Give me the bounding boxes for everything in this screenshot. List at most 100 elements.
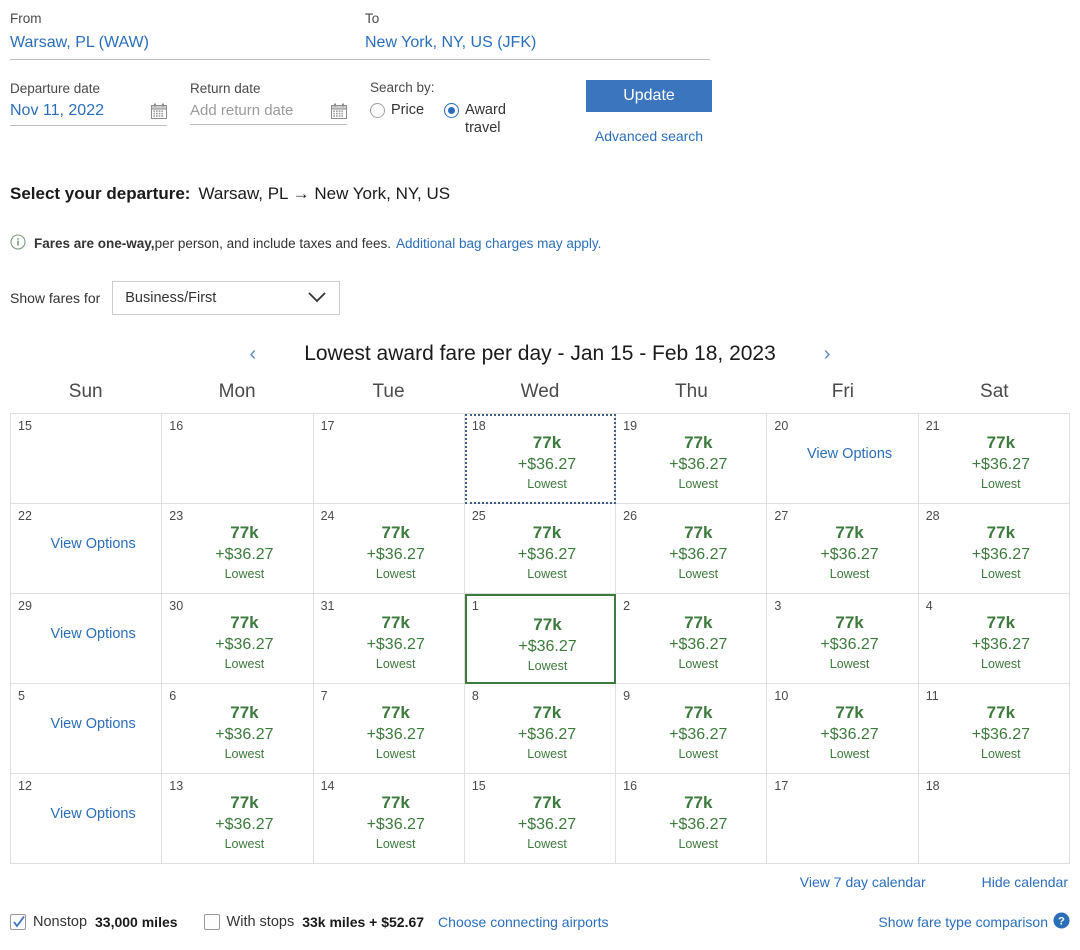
calendar-cell[interactable]: 27 77k +$36.27 Lowest	[767, 504, 919, 594]
fare-lowest-badge: Lowest	[224, 837, 265, 851]
choose-connecting-airports-link[interactable]: Choose connecting airports	[438, 914, 608, 930]
update-button[interactable]: Update	[586, 80, 712, 112]
calendar-cell[interactable]: 26 77k +$36.27 Lowest	[616, 504, 768, 594]
weekday-tue: Tue	[372, 381, 405, 402]
return-date-placeholder: Add return date	[190, 102, 294, 119]
fare-miles: 77k	[532, 433, 562, 452]
advanced-search-link[interactable]: Advanced search	[586, 128, 712, 144]
calendar-cell[interactable]: 16 77k +$36.27 Lowest	[616, 774, 768, 864]
with-stops-label: With stops	[226, 914, 295, 930]
fare-class-select[interactable]: Business/First	[112, 281, 341, 315]
calendar-cell[interactable]: 29 View Options	[11, 594, 163, 684]
fare-class-selected-value: Business/First	[125, 290, 217, 306]
calendar-cell-empty: 17	[767, 774, 919, 864]
calendar-day-number: 18	[471, 419, 486, 433]
fare-miles: 77k	[986, 613, 1016, 632]
departure-date-input[interactable]: Nov 11, 2022	[10, 102, 167, 126]
dates-and-options-row: Departure date Nov 11, 2022 Return date …	[10, 80, 1070, 144]
view-options-link[interactable]: View Options	[767, 446, 917, 462]
calendar-cell-empty: 18	[918, 774, 1070, 864]
to-value: New York, NY, US (JFK)	[365, 34, 537, 51]
calendar-cell[interactable]: 24 77k +$36.27 Lowest	[313, 504, 465, 594]
from-input[interactable]: Warsaw, PL (WAW)	[10, 32, 365, 60]
calendar-day-number: 13	[169, 779, 184, 793]
next-week-arrow-icon[interactable]: ›	[818, 344, 837, 364]
with-stops-checkbox[interactable]	[203, 914, 220, 930]
fare-lowest-badge: Lowest	[981, 477, 1021, 491]
fare-summary: 77k +$36.27 Lowest	[467, 614, 614, 675]
calendar-cell[interactable]: 30 77k +$36.27 Lowest	[162, 594, 314, 684]
departure-date-value: Nov 11, 2022	[10, 102, 104, 119]
calendar-cell[interactable]: 21 77k +$36.27 Lowest	[918, 414, 1070, 504]
radio-award-circle[interactable]	[444, 103, 460, 118]
fare-price: +$36.27	[366, 726, 425, 743]
calendar-cell[interactable]: 9 77k +$36.27 Lowest	[616, 684, 768, 774]
view-options-link[interactable]: View Options	[11, 716, 161, 732]
calendar-day-number: 7	[320, 689, 328, 703]
calendar-cell[interactable]: 19 77k +$36.27 Lowest	[616, 414, 768, 504]
calendar-day-number: 17	[774, 779, 789, 793]
view-7-day-calendar-link[interactable]: View 7 day calendar	[800, 874, 926, 890]
show-fare-type-comparison-link[interactable]: Show fare type comparison	[878, 914, 1048, 930]
view-options-link[interactable]: View Options	[11, 536, 161, 552]
fare-summary: 77k +$36.27 Lowest	[616, 432, 766, 493]
chevron-down-icon	[307, 290, 327, 306]
fare-price: +$36.27	[517, 816, 577, 833]
from-label: From	[10, 11, 42, 26]
additional-bag-charges-link[interactable]: Additional bag charges may apply.	[396, 236, 601, 251]
fare-summary: 77k +$36.27 Lowest	[767, 612, 917, 673]
calendar-cell[interactable]: 7 77k +$36.27 Lowest	[313, 684, 465, 774]
weekday-thu: Thu	[675, 381, 708, 402]
calendar-icon[interactable]	[331, 103, 347, 119]
calendar-cell[interactable]: 4 77k +$36.27 Lowest	[918, 594, 1070, 684]
calendar-cell-empty: 17	[313, 414, 465, 504]
calendar-icon[interactable]	[151, 103, 167, 119]
fare-price: +$36.27	[517, 726, 577, 743]
help-icon[interactable]: ?	[1048, 912, 1070, 932]
previous-week-arrow-icon[interactable]: ‹	[244, 344, 263, 364]
calendar-cell[interactable]: 20 View Options	[767, 414, 919, 504]
fare-miles: 77k	[684, 523, 713, 542]
radio-option-award-travel[interactable]: Award travel	[444, 101, 527, 137]
fare-summary: 77k +$36.27 Lowest	[919, 432, 1069, 493]
calendar-cell[interactable]: 8 77k +$36.27 Lowest	[464, 684, 617, 774]
radio-option-price[interactable]: Price	[370, 101, 424, 137]
calendar-cell[interactable]: 22 View Options	[11, 504, 163, 594]
weekday-sat: Sat	[980, 381, 1009, 402]
calendar-cell[interactable]: 1 77k +$36.27 Lowest	[464, 594, 617, 684]
origin-destination-row: From Warsaw, PL (WAW) To New York, NY, U…	[10, 10, 1070, 60]
nonstop-checkbox[interactable]	[10, 914, 26, 930]
calendar-cell[interactable]: 23 77k +$36.27 Lowest	[162, 504, 314, 594]
fare-miles: 77k	[986, 523, 1016, 542]
calendar-cell[interactable]: 14 77k +$36.27 Lowest	[313, 774, 465, 864]
calendar-cell[interactable]: 28 77k +$36.27 Lowest	[918, 504, 1070, 594]
calendar-cell[interactable]: 3 77k +$36.27 Lowest	[767, 594, 919, 684]
calendar-cell[interactable]: 10 77k +$36.27 Lowest	[767, 684, 919, 774]
fare-summary: 77k +$36.27 Lowest	[919, 612, 1069, 673]
calendar-day-number: 21	[925, 419, 940, 433]
radio-price-circle[interactable]	[370, 103, 385, 118]
to-input[interactable]: New York, NY, US (JFK)	[365, 32, 710, 60]
search-panel: From Warsaw, PL (WAW) To New York, NY, U…	[10, 0, 1070, 144]
calendar-links: View 7 day calendar Hide calendar	[10, 874, 1070, 890]
fare-miles: 77k	[381, 703, 410, 722]
calendar-cell[interactable]: 18 77k +$36.27 Lowest	[464, 414, 617, 504]
calendar-day-number: 5	[18, 689, 25, 703]
calendar-cell[interactable]: 2 77k +$36.27 Lowest	[616, 594, 768, 684]
calendar-day-number: 28	[925, 509, 940, 523]
calendar-day-number: 19	[623, 419, 638, 433]
calendar-cell[interactable]: 6 77k +$36.27 Lowest	[162, 684, 314, 774]
route-text: Warsaw, PL → New York, NY, US	[198, 184, 451, 203]
calendar-cell[interactable]: 11 77k +$36.27 Lowest	[918, 684, 1070, 774]
calendar-cell[interactable]: 25 77k +$36.27 Lowest	[464, 504, 617, 594]
calendar-cell[interactable]: 5 View Options	[11, 684, 163, 774]
return-date-input[interactable]: Add return date	[190, 102, 347, 125]
calendar-cell[interactable]: 13 77k +$36.27 Lowest	[162, 774, 314, 864]
calendar-cell[interactable]: 31 77k +$36.27 Lowest	[313, 594, 465, 684]
calendar-cell[interactable]: 15 77k +$36.27 Lowest	[464, 774, 617, 864]
hide-calendar-link[interactable]: Hide calendar	[982, 874, 1068, 890]
view-options-link[interactable]: View Options	[11, 626, 161, 642]
calendar-cell[interactable]: 12 View Options	[11, 774, 163, 864]
fare-comparison-group: Show fare type comparison ?	[878, 912, 1070, 932]
view-options-link[interactable]: View Options	[11, 806, 161, 822]
